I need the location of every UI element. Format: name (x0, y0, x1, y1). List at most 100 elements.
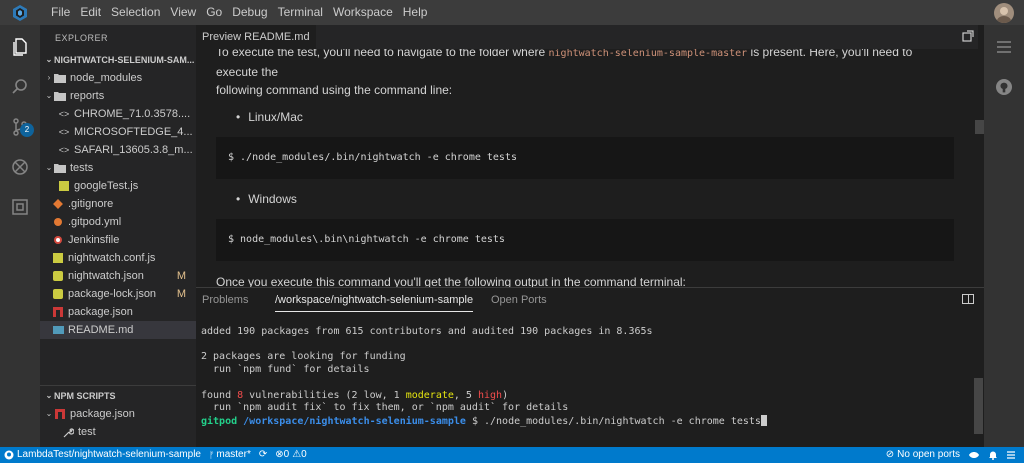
npm-script-item[interactable]: test (40, 423, 196, 441)
branch-status[interactable]: ᚠ master* (205, 447, 255, 463)
no-ports-icon: ⊘ (885, 449, 895, 460)
tree-item-gitpod-yml[interactable]: .gitpod.yml (40, 213, 196, 231)
code-block-linux: $ ./node_modules/.bin/nightwatch -e chro… (216, 137, 954, 179)
tree-item-node-modules[interactable]: › node_modules (40, 69, 196, 87)
preview-scrollbar[interactable] (975, 25, 984, 287)
tree-item-label: tests (70, 162, 94, 174)
tree-item-tests[interactable]: ⌄ tests (40, 159, 196, 177)
tree-item-package-json[interactable]: package.json (40, 303, 196, 321)
chevron-down-icon: ⌄ (45, 409, 53, 418)
tree-item-jenkinsfile[interactable]: Jenkinsfile (40, 231, 196, 249)
menu-edit[interactable]: Edit (75, 0, 106, 25)
warning-icon: ⚠ (292, 449, 302, 460)
github-icon (4, 450, 14, 460)
tree-item-label: node_modules (70, 72, 143, 84)
terminal-text: vulnerabilities (2 low, 1 (243, 389, 406, 401)
sync-icon[interactable]: ⟳ (255, 447, 271, 463)
tree-item-label: CHROME_71.0.3578.... (74, 108, 191, 120)
tree-item-label: googleTest.js (74, 180, 139, 192)
js-file-icon (52, 252, 64, 264)
npm-scripts-header[interactable]: ⌄ NPM SCRIPTS (40, 387, 196, 405)
menu-icon[interactable] (1002, 450, 1024, 460)
ports-status[interactable]: ⊘ No open ports (882, 447, 964, 463)
problems-status[interactable]: ⊗ 0 ⚠ 0 (271, 447, 310, 463)
tree-item-reports[interactable]: ⌄ reports (40, 87, 196, 105)
menu-view[interactable]: View (165, 0, 201, 25)
tree-item-label: Jenkinsfile (68, 234, 120, 246)
tree-item-nightwatch-conf[interactable]: nightwatch.conf.js (40, 249, 196, 267)
menu-debug[interactable]: Debug (227, 0, 272, 25)
github-icon[interactable] (984, 67, 1024, 107)
gitpod-logo-icon[interactable] (0, 0, 40, 25)
branch-name: master* (216, 449, 251, 460)
tree-item-edge-report[interactable]: <> MICROSOFTEDGE_4... (40, 123, 196, 141)
terminal-line: found 8 vulnerabilities (2 low, 1 modera… (201, 390, 508, 401)
bottom-panel: Problems /workspace/nightwatch-selenium-… (196, 287, 984, 447)
tree-item-safari-report[interactable]: <> SAFARI_13605.3.8_m... (40, 141, 196, 159)
debug-icon[interactable] (0, 147, 40, 187)
split-panel-icon[interactable] (962, 294, 974, 304)
preview-content: To execute the test, you'll need to navi… (216, 43, 956, 287)
tree-item-chrome-report[interactable]: <> CHROME_71.0.3578.... (40, 105, 196, 123)
bullet-linux: Linux/Mac (216, 105, 956, 129)
menu-terminal[interactable]: Terminal (273, 0, 328, 25)
bullet-windows: Windows (216, 187, 956, 211)
tab-open-ports[interactable]: Open Ports (491, 288, 547, 312)
tree-item-package-lock[interactable]: package-lock.json M (40, 285, 196, 303)
tree-item-gitignore[interactable]: .gitignore (40, 195, 196, 213)
ports-label: No open ports (897, 449, 960, 460)
tree-item-nightwatch-json[interactable]: nightwatch.json M (40, 267, 196, 285)
tab-preview-readme[interactable]: Preview README.md (196, 25, 316, 49)
npm-file-icon (54, 408, 66, 420)
menu-workspace[interactable]: Workspace (328, 0, 398, 25)
tree-item-label: .gitpod.yml (68, 216, 122, 228)
status-right: ⊘ No open ports (882, 447, 1024, 463)
error-icon: ⊗ (275, 449, 284, 460)
repo-status[interactable]: LambdaTest/nightwatch-selenium-sample (0, 447, 205, 463)
tab-terminal[interactable]: /workspace/nightwatch-selenium-sample (275, 288, 474, 312)
tree-item-readme[interactable]: README.md (40, 321, 196, 339)
folder-icon (54, 90, 66, 102)
npm-scripts-title: NPM SCRIPTS (54, 391, 116, 401)
yml-file-icon (52, 216, 64, 228)
bell-icon[interactable] (984, 450, 1002, 460)
tree-item-label: MICROSOFTEDGE_4... (74, 126, 193, 138)
editor-tab-bar: Preview README.md (196, 25, 978, 49)
terminal-text: ) (502, 389, 509, 401)
menu-go[interactable]: Go (201, 0, 227, 25)
tree-item-label: .gitignore (68, 198, 114, 210)
terminal-cursor (760, 414, 767, 426)
repo-name: LambdaTest/nightwatch-selenium-sample (17, 449, 201, 460)
open-source-icon[interactable] (962, 30, 976, 44)
json-file-icon (52, 270, 64, 282)
prompt-path: /workspace/nightwatch-selenium-sample (243, 415, 466, 427)
search-icon[interactable] (0, 67, 40, 107)
tab-problems[interactable]: Problems (202, 288, 248, 312)
tree-item-label: README.md (68, 324, 134, 336)
terminal-line: added 190 packages from 615 contributors… (201, 326, 653, 337)
branch-icon: ᚠ (208, 450, 215, 460)
menu-selection[interactable]: Selection (106, 0, 165, 25)
terminal-output[interactable]: added 190 packages from 615 contributors… (201, 326, 971, 429)
avatar[interactable] (994, 3, 1014, 23)
tree-item-label: package-lock.json (68, 288, 157, 300)
menu-file[interactable]: File (46, 0, 75, 25)
terminal-scrollbar[interactable] (974, 378, 983, 434)
npm-package-item[interactable]: ⌄ package.json (40, 405, 196, 423)
outline-icon[interactable] (984, 27, 1024, 67)
extensions-icon[interactable] (0, 187, 40, 227)
explorer-sidebar: EXPLORER ⌄ NIGHTWATCH-SELENIUM-SAM... › … (40, 25, 196, 447)
tree-item-label: SAFARI_13605.3.8_m... (74, 144, 193, 156)
tree-item-label: nightwatch.conf.js (68, 252, 156, 264)
divider (40, 385, 196, 386)
terminal-prompt: gitpod /workspace/nightwatch-selenium-sa… (201, 414, 767, 427)
menu-help[interactable]: Help (398, 0, 433, 25)
npm-file-icon (52, 306, 64, 318)
folder-icon (54, 72, 66, 84)
live-share-icon[interactable] (964, 450, 984, 460)
preview-paragraph-output: Once you execute this command you'll get… (216, 275, 686, 287)
workspace-header[interactable]: ⌄ NIGHTWATCH-SELENIUM-SAM... (40, 51, 196, 69)
explorer-icon[interactable] (0, 27, 40, 67)
preview-scroll-thumb[interactable] (975, 120, 984, 134)
tree-item-googletest[interactable]: googleTest.js (40, 177, 196, 195)
